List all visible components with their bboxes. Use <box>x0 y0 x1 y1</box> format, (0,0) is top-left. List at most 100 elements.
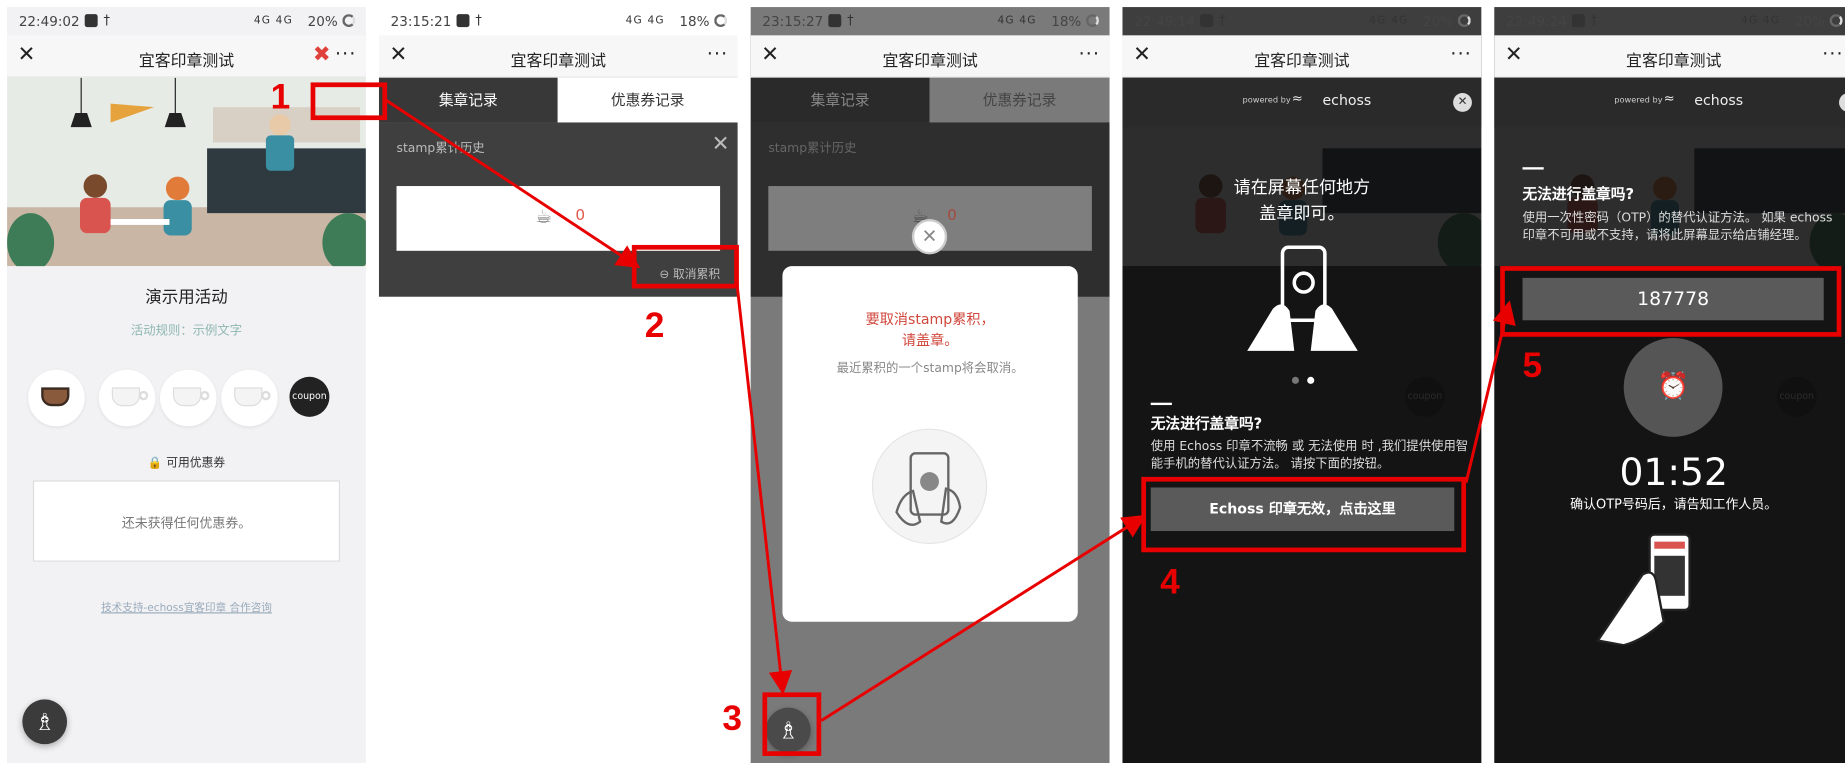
signal-indicator: 4G 4G <box>625 15 665 28</box>
history-title: stamp累计历史 <box>396 141 485 156</box>
battery-icon <box>1829 14 1843 28</box>
status-bar: 23:15:27 † 4G 4G 18% <box>751 7 1110 35</box>
otp-description: 使用一次性密码（OTP）的替代认证方法。 如果 echoss 印章不可用或不支持… <box>1522 210 1833 243</box>
notification-icon <box>84 14 98 28</box>
status-time: 23:15:27 <box>762 12 824 30</box>
step-number: 2 <box>644 306 665 346</box>
tab-stamp-records[interactable]: 集章记录 <box>750 77 930 123</box>
campaign-rules: 活动规则：示例文字 <box>130 323 243 338</box>
battery-percent: 20% <box>1423 12 1454 30</box>
panel-stamp-screen: 22:49:14 † 4G 4G 20% ✕ 宜客印章测试 ··· coupon <box>1122 7 1482 763</box>
step-number: 5 <box>1522 346 1543 386</box>
fallback-title: 无法进行盖章吗? <box>1150 414 1263 433</box>
coupon-list-empty: 还未获得任何优惠券。 <box>32 480 341 562</box>
step-number: 1 <box>270 77 291 117</box>
footer-link[interactable]: 技术支持-echoss宜客印章 合作咨询 <box>7 599 366 615</box>
tab-coupon-records[interactable]: 优惠券记录 <box>929 77 1110 123</box>
stamp-phone-illustration <box>871 428 988 545</box>
empty-coupon-text: 还未获得任何优惠券。 <box>121 515 252 532</box>
cancel-modal: 要取消stamp累积， 请盖章。 最近累积的一个stamp将会取消。 <box>782 266 1078 622</box>
stamp-slot-empty <box>221 369 278 427</box>
modal-line1: 要取消stamp累积， <box>865 310 995 328</box>
hand-phone-otp-icon <box>1595 533 1691 646</box>
battery-icon <box>1086 14 1099 28</box>
highlight-box <box>1141 476 1467 553</box>
signal-indicator: 4G 4G <box>1369 15 1409 28</box>
notification-icon <box>828 14 842 28</box>
modal-description: 最近累积的一个stamp将会取消。 <box>836 361 1024 376</box>
more-menu-icon[interactable]: ··· <box>335 42 356 64</box>
status-time: 22:49:24 <box>1506 12 1567 30</box>
highlight-box <box>631 244 739 289</box>
notification-icon <box>456 14 470 28</box>
status-time: 22:49:14 <box>1134 12 1196 30</box>
app-icon: † <box>1590 12 1598 29</box>
campaign-title: 演示用活动 <box>145 288 228 308</box>
close-icon[interactable]: ✕ <box>1839 93 1845 112</box>
more-menu-icon[interactable]: ··· <box>1079 42 1100 64</box>
otp-note: 确认OTP号码后，请告知工作人员。 <box>1570 496 1778 513</box>
panel-otp-screen: 22:49:24 † 4G 4G 20% ✕ 宜客印章测试 ··· coupon <box>1494 7 1845 763</box>
modal-line2: 请盖章。 <box>901 332 959 349</box>
powered-by-label: powered by <box>1242 95 1291 105</box>
echoss-logo-icon: ≈ <box>1291 90 1303 106</box>
stamp-fab-button[interactable]: ♗ <box>22 699 68 745</box>
status-time: 22:49:02 <box>18 12 80 30</box>
modal-close-button[interactable]: ✕ <box>911 219 948 255</box>
stamp-slot-empty <box>160 369 217 427</box>
stamp-slot-empty <box>98 369 156 427</box>
app-icon: † <box>103 12 111 29</box>
app-icon: † <box>1218 12 1226 29</box>
panel-campaign-home: 22:49:02 † 4G 4G 20% ✕ 宜客印章测试 ✖ ··· 演示用活… <box>7 7 366 763</box>
echoss-brand: echoss <box>1322 91 1372 109</box>
stamp-slot-filled <box>28 369 85 427</box>
notification-icon <box>1571 14 1585 28</box>
close-icon[interactable]: ✕ <box>712 132 730 157</box>
coffee-cup-icon: ☕ <box>535 204 553 228</box>
battery-percent: 18% <box>1051 12 1082 30</box>
stamp-screen-content: coupon powered by ≈ echoss ✕ 请在屏幕任何地方 盖章… <box>1122 77 1482 763</box>
coupon-section-text: 可用优惠券 <box>166 456 226 470</box>
hand-stamp-icon <box>1247 245 1358 351</box>
coupon-badge: coupon <box>289 376 330 417</box>
instruction-line1: 请在屏幕任何地方 <box>1233 178 1371 198</box>
hand-phone-icon <box>895 452 962 526</box>
signal-indicator: 4G 4G <box>253 15 293 28</box>
page-title: 宜客印章测试 <box>1626 51 1722 71</box>
more-menu-icon[interactable]: ··· <box>707 42 728 64</box>
app-icon: † <box>475 12 482 29</box>
status-bar: 22:49:24 † 4G 4G 20% <box>1494 7 1845 35</box>
close-icon[interactable]: ✕ <box>1453 93 1472 112</box>
stamp-count: 0 <box>947 207 957 225</box>
powered-by-label: powered by <box>1614 95 1663 105</box>
page-title: 宜客印章测试 <box>882 51 978 71</box>
divider <box>1150 402 1172 406</box>
status-bar: 22:49:02 † 4G 4G 20% <box>7 7 366 35</box>
otp-timer: 01:52 <box>1619 449 1728 495</box>
notification-icon <box>1200 14 1214 28</box>
cancel-content: 集章记录 优惠券记录 stamp累计历史 ☕ 0 ✕ 要取消stamp累积， 请… <box>750 77 1110 763</box>
otp-content: coupon powered by ≈ echoss ✕ 无法进行盖章吗? 使用… <box>1494 77 1845 763</box>
otp-title: 无法进行盖章吗? <box>1522 184 1635 203</box>
more-menu-icon[interactable]: ··· <box>1822 42 1843 64</box>
battery-percent: 20% <box>307 12 338 30</box>
history-content: 集章记录 优惠券记录 stamp累计历史 ✕ ☕ 0 ⊖ 取消累积 <box>378 77 738 763</box>
status-bar: 23:15:21 † 4G 4G 18% <box>379 7 738 35</box>
panel-stamp-history: 23:15:21 † 4G 4G 18% ✕ 宜客印章测试 ··· 集章记录 优… <box>378 7 738 763</box>
battery-percent: 20% <box>1794 12 1825 30</box>
battery-icon <box>714 14 728 28</box>
more-menu-icon[interactable]: ··· <box>1450 42 1471 64</box>
instruction-line2: 盖章即可。 <box>1259 204 1345 224</box>
tab-coupon-records[interactable]: 优惠券记录 <box>557 77 738 123</box>
tab-stamp-records[interactable]: 集章记录 <box>378 77 558 123</box>
page-title: 宜客印章测试 <box>1254 51 1350 71</box>
history-title: stamp累计历史 <box>768 141 857 156</box>
nav-bar: ✕ 宜客印章测试 ··· <box>1122 35 1482 78</box>
nav-bar: ✕ 宜客印章测试 ✖ ··· <box>7 35 366 78</box>
page-dot <box>1291 376 1299 384</box>
battery-icon <box>1457 14 1471 28</box>
nav-bar: ✕ 宜客印章测试 ··· <box>378 35 738 78</box>
highlight-box <box>1500 266 1842 337</box>
battery-icon <box>342 14 356 28</box>
step-number: 3 <box>722 699 743 739</box>
